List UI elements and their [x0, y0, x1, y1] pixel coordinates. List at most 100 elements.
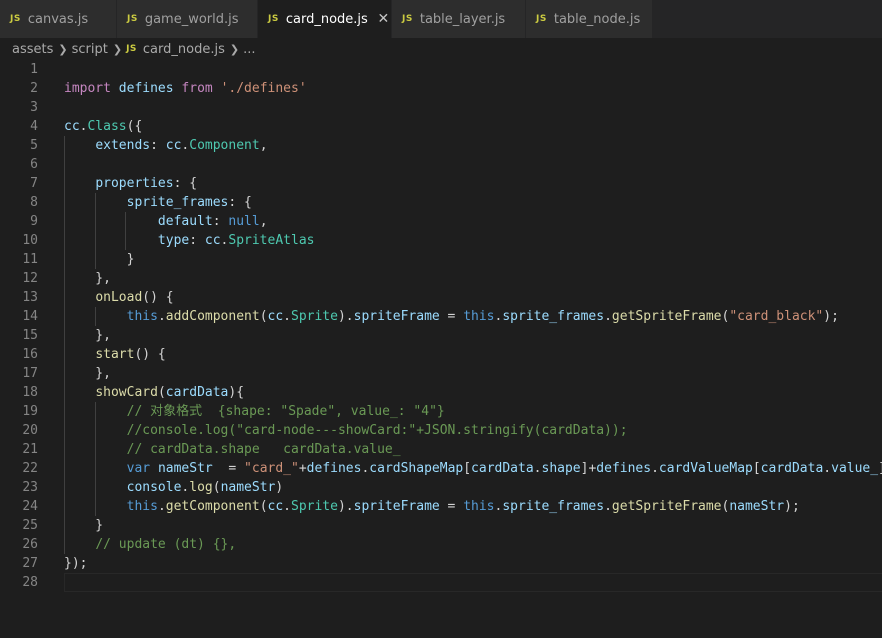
code-line: 19 // 对象格式 {shape: "Spade", value_: "4"} [0, 402, 882, 421]
line-number: 10 [22, 233, 38, 248]
breadcrumb-item[interactable]: assets [12, 42, 53, 57]
code-line: 8 sprite_frames: { [0, 193, 882, 212]
editor-tab-bar: JS canvas.js JS game_world.js JS card_node.js… [0, 0, 882, 38]
code-line: 6 [0, 155, 882, 174]
code-text: //console.log("card-node---showCard:"+JS… [126, 423, 628, 438]
tab-label: game_world.js [144, 11, 239, 27]
code-line: 27}); [0, 554, 882, 573]
line-number: 25 [22, 518, 38, 533]
close-icon[interactable]: ✕ [376, 11, 391, 27]
line-number: 21 [22, 442, 38, 457]
line-number: 11 [22, 252, 38, 267]
code-text: // update (dt) {}, [95, 537, 237, 552]
tab-card_node-js[interactable]: JS card_node.js ✕ [258, 0, 392, 38]
code-line: 24 this.getComponent(cc.Sprite).spriteFr… [0, 497, 882, 516]
code-text: } [64, 518, 104, 533]
code-text: // cardData.shape cardData.value_ [126, 442, 401, 457]
line-number: 12 [22, 271, 38, 286]
code-editor[interactable]: 1 2 import defines from './defines' 3 4 cc.Cl… [0, 60, 882, 638]
tab-game_world-js[interactable]: JS game_world.js [117, 0, 258, 38]
js-file-icon: JS [536, 14, 547, 24]
line-number: 7 [30, 176, 38, 191]
code-line: 25 } [0, 516, 882, 535]
line-number: 23 [22, 480, 38, 495]
js-file-icon: JS [268, 14, 279, 24]
breadcrumb-item[interactable]: card_node.js [143, 42, 225, 57]
code-line: 22 var nameStr = "card_"+defines.cardSha… [0, 459, 882, 478]
line-number: 28 [22, 575, 38, 590]
tab-label: card_node.js [285, 11, 368, 27]
code-text: type: cc.SpriteAtlas [157, 233, 315, 248]
line-number: 24 [22, 499, 38, 514]
code-line: 5 extends: cc.Component, [0, 136, 882, 155]
line-number: 22 [22, 461, 38, 476]
code-line: 26 // update (dt) {}, [0, 535, 882, 554]
code-text: }, [64, 271, 111, 286]
line-number: 5 [30, 138, 38, 153]
code-line: 13 onLoad() { [0, 288, 882, 307]
code-line: 17 }, [0, 364, 882, 383]
line-number: 14 [22, 309, 38, 324]
line-number: 13 [22, 290, 38, 305]
code-line: 4 cc.Class({ [0, 117, 882, 136]
chevron-right-icon: ❯ [112, 42, 123, 56]
code-text: onLoad() { [95, 290, 174, 305]
code-text: properties: { [95, 176, 198, 191]
code-text: import defines from './defines' [64, 81, 307, 96]
code-text: var nameStr = "card_"+defines.cardShapeM… [126, 461, 882, 476]
code-text: this.getComponent(cc.Sprite).spriteFrame… [126, 499, 800, 514]
code-line: 28 [0, 573, 882, 592]
code-line: 9 default: null, [0, 212, 882, 231]
tab-label: table_node.js [553, 11, 641, 27]
code-text: showCard(cardData){ [95, 385, 245, 400]
line-number: 26 [22, 537, 38, 552]
code-line: 16 start() { [0, 345, 882, 364]
chevron-right-icon: ❯ [58, 42, 68, 56]
breadcrumb-item[interactable]: ... [243, 42, 255, 57]
code-line: 20 //console.log("card-node---showCard:"… [0, 421, 882, 440]
tab-label: canvas.js [27, 11, 89, 27]
current-line-highlight [64, 573, 882, 592]
line-number: 19 [22, 404, 38, 419]
code-text: extends: cc.Component, [95, 138, 268, 153]
tab-canvas-js[interactable]: JS canvas.js [0, 0, 117, 38]
js-file-icon: JS [126, 44, 137, 54]
line-number: 17 [22, 366, 38, 381]
line-number: 1 [30, 62, 38, 77]
line-number: 16 [22, 347, 38, 362]
code-line: 3 [0, 98, 882, 117]
line-number: 3 [30, 100, 38, 115]
code-line: 11 } [0, 250, 882, 269]
code-line: 10 type: cc.SpriteAtlas [0, 231, 882, 250]
line-number: 18 [22, 385, 38, 400]
code-text: } [64, 252, 135, 267]
line-number: 20 [22, 423, 38, 438]
line-number: 2 [30, 81, 38, 96]
line-number: 9 [30, 214, 38, 229]
code-line: 21 // cardData.shape cardData.value_ [0, 440, 882, 459]
breadcrumb-item[interactable]: script [72, 42, 108, 57]
line-number: 15 [22, 328, 38, 343]
chevron-right-icon: ❯ [229, 42, 240, 56]
js-file-icon: JS [10, 14, 21, 24]
js-file-icon: JS [402, 14, 413, 24]
tab-table_layer-js[interactable]: JS table_layer.js [392, 0, 526, 38]
code-line: 15 }, [0, 326, 882, 345]
code-line: 12 }, [0, 269, 882, 288]
code-text: default: null, [157, 214, 268, 229]
line-number: 4 [30, 119, 38, 134]
code-text: start() { [95, 347, 166, 362]
line-number: 8 [30, 195, 38, 210]
line-number: 27 [22, 556, 38, 571]
code-line: 1 [0, 60, 882, 79]
tab-table_node-js[interactable]: JS table_node.js [526, 0, 653, 38]
code-text: }, [64, 366, 111, 381]
breadcrumb: assets ❯ script ❯ JS card_node.js ❯... [0, 38, 882, 60]
code-text: console.log(nameStr) [126, 480, 284, 495]
code-line: 14 this.addComponent(cc.Sprite).spriteFr… [0, 307, 882, 326]
code-text: this.addComponent(cc.Sprite).spriteFrame… [126, 309, 839, 324]
line-number: 6 [30, 157, 38, 172]
code-line: 7 properties: { [0, 174, 882, 193]
code-line: 23 console.log(nameStr) [0, 478, 882, 497]
code-text: cc.Class({ [64, 119, 143, 134]
